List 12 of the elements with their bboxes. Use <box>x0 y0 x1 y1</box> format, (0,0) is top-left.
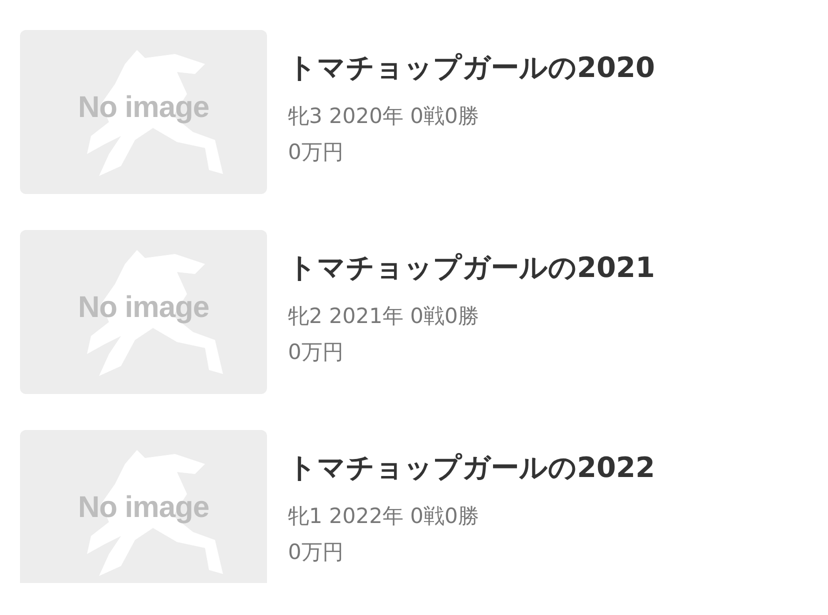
horse-profile: 牝2 2021年 0戦0勝 <box>288 303 480 330</box>
horse-earnings: 0万円 <box>288 339 344 366</box>
horse-name: トマチョップガールの2022 <box>288 450 655 486</box>
horse-profile: 牝1 2022年 0戦0勝 <box>288 503 480 530</box>
horse-earnings: 0万円 <box>288 139 344 166</box>
horse-earnings: 0万円 <box>288 539 344 566</box>
horse-profile: 牝3 2020年 0戦0勝 <box>288 103 480 130</box>
no-image-label: No image <box>78 91 210 125</box>
no-image-label: No image <box>78 491 210 525</box>
horse-name: トマチョップガールの2020 <box>288 50 655 86</box>
no-image-label: No image <box>78 291 210 325</box>
horse-name: トマチョップガールの2021 <box>288 250 655 286</box>
